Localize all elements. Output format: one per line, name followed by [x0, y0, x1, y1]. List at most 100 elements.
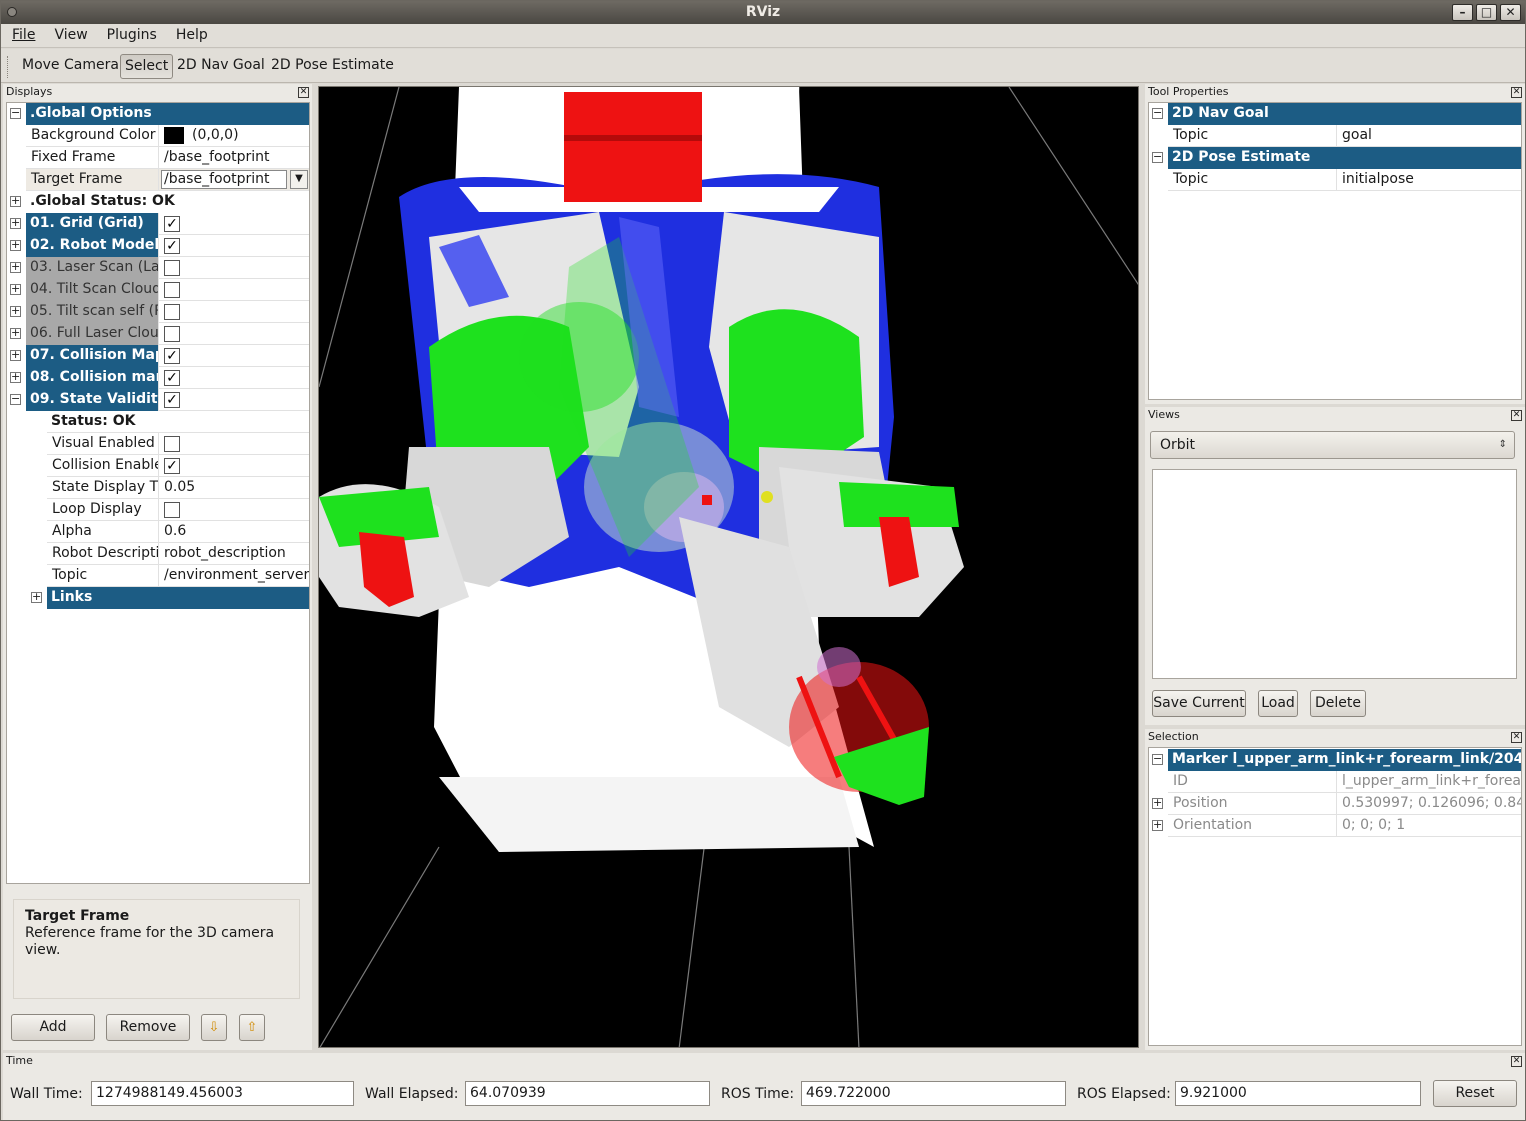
pose-estimate-row[interactable]: − 2D Pose Estimate: [1149, 147, 1521, 169]
property-value[interactable]: robot_description: [158, 543, 309, 565]
expand-icon[interactable]: +: [10, 217, 21, 229]
state-validity-property-row[interactable]: Alpha 0.6: [7, 521, 309, 543]
expand-icon[interactable]: +: [10, 195, 21, 207]
expand-icon[interactable]: +: [1152, 797, 1163, 809]
add-button[interactable]: Add: [11, 1014, 95, 1041]
pose-topic-value[interactable]: initialpose: [1336, 169, 1521, 191]
3d-render-viewport[interactable]: [318, 86, 1139, 1048]
state-validity-property-row[interactable]: Visual Enabled: [7, 433, 309, 455]
property-value[interactable]: ✓: [158, 455, 309, 477]
display-item[interactable]: +03. Laser Scan (Las: [7, 257, 309, 279]
expand-icon[interactable]: +: [10, 327, 21, 339]
property-value[interactable]: [158, 433, 309, 455]
property-value[interactable]: 0.6: [158, 521, 309, 543]
wall-time-field[interactable]: 1274988149.456003: [91, 1081, 354, 1106]
display-item[interactable]: +05. Tilt scan self (Po: [7, 301, 309, 323]
state-validity-property-row[interactable]: Collision Enabled ✓: [7, 455, 309, 477]
collapse-icon[interactable]: −: [1152, 151, 1163, 163]
time-close-icon[interactable]: ✕: [1511, 1056, 1522, 1067]
menu-plugins[interactable]: Plugins: [96, 24, 165, 43]
nav-topic-row[interactable]: Topic goal: [1149, 125, 1521, 147]
checkbox[interactable]: ✓: [164, 238, 180, 254]
global-options-row[interactable]: − .Global Options: [7, 103, 309, 125]
state-validity-property-row[interactable]: Topic/environment_server_r: [7, 565, 309, 587]
target-frame-value[interactable]: /base_footprint: [161, 170, 287, 189]
save-current-button[interactable]: Save Current: [1152, 690, 1246, 717]
nav-goal-row[interactable]: − 2D Nav Goal: [1149, 103, 1521, 125]
expand-icon[interactable]: +: [31, 591, 42, 603]
wall-elapsed-field[interactable]: 64.070939: [465, 1081, 710, 1106]
2d-nav-goal-button[interactable]: 2D Nav Goal: [173, 54, 269, 79]
fixed-frame-value[interactable]: /base_footprint: [158, 147, 309, 169]
chevron-down-icon[interactable]: ▼: [290, 170, 308, 189]
move-up-icon[interactable]: ⇧: [239, 1014, 265, 1041]
view-type-select[interactable]: Orbit ⇕: [1150, 431, 1515, 459]
saved-views-list[interactable]: [1152, 469, 1517, 679]
property-value[interactable]: /environment_server_r: [158, 565, 309, 587]
selection-tree[interactable]: − Marker l_upper_arm_link+r_forearm_link…: [1148, 747, 1522, 1046]
marker-row[interactable]: − Marker l_upper_arm_link+r_forearm_link…: [1149, 749, 1521, 771]
select-button[interactable]: Select: [120, 54, 174, 79]
views-close-icon[interactable]: ✕: [1511, 410, 1522, 421]
fixed-frame-row[interactable]: Fixed Frame /base_footprint: [7, 147, 309, 169]
links-row[interactable]: + Links: [7, 587, 309, 609]
selection-close-icon[interactable]: ✕: [1511, 732, 1522, 743]
target-frame-combo[interactable]: /base_footprint ▼: [158, 169, 309, 191]
menu-view[interactable]: View: [43, 24, 95, 43]
remove-button[interactable]: Remove: [106, 1014, 190, 1041]
delete-button[interactable]: Delete: [1310, 690, 1366, 717]
ros-elapsed-field[interactable]: 9.921000: [1175, 1081, 1421, 1106]
menu-file[interactable]: File: [1, 24, 43, 43]
close-icon[interactable]: ✕: [1500, 4, 1521, 21]
expand-icon[interactable]: +: [10, 305, 21, 317]
expand-icon[interactable]: +: [1152, 819, 1163, 831]
window-menu-icon[interactable]: [7, 7, 17, 17]
collapse-icon[interactable]: −: [1152, 753, 1163, 765]
reset-button[interactable]: Reset: [1433, 1080, 1517, 1107]
move-down-icon[interactable]: ⇩: [201, 1014, 227, 1041]
displays-tree[interactable]: − .Global Options Background Color (0,0,…: [6, 102, 310, 884]
property-value[interactable]: 0.05: [158, 477, 309, 499]
nav-topic-value[interactable]: goal: [1336, 125, 1521, 147]
pose-topic-row[interactable]: Topic initialpose: [1149, 169, 1521, 191]
menu-help[interactable]: Help: [165, 24, 216, 43]
maximize-icon[interactable]: □: [1476, 4, 1497, 21]
collapse-icon[interactable]: −: [10, 107, 21, 119]
id-row[interactable]: ID l_upper_arm_link+r_forearm: [1149, 771, 1521, 793]
display-item[interactable]: +01. Grid (Grid) ✓: [7, 213, 309, 235]
display-item[interactable]: −09. State Validity ✓: [7, 389, 309, 411]
displays-close-icon[interactable]: ✕: [298, 87, 309, 98]
collapse-icon[interactable]: −: [10, 393, 21, 405]
display-item[interactable]: +02. Robot Model ✓: [7, 235, 309, 257]
orientation-row[interactable]: + Orientation 0; 0; 0; 1: [1149, 815, 1521, 837]
load-button[interactable]: Load: [1258, 690, 1298, 717]
checkbox[interactable]: ✓: [164, 458, 180, 474]
checkbox[interactable]: [164, 502, 180, 518]
display-item[interactable]: +07. Collision Map ✓: [7, 345, 309, 367]
position-row[interactable]: + Position 0.530997; 0.126096; 0.8416: [1149, 793, 1521, 815]
expand-icon[interactable]: +: [10, 239, 21, 251]
checkbox[interactable]: [164, 282, 180, 298]
minimize-icon[interactable]: –: [1452, 4, 1473, 21]
property-value[interactable]: [158, 499, 309, 521]
checkbox[interactable]: ✓: [164, 348, 180, 364]
display-item[interactable]: +04. Tilt Scan Cloud (: [7, 279, 309, 301]
checkbox[interactable]: ✓: [164, 216, 180, 232]
expand-icon[interactable]: +: [10, 261, 21, 273]
expand-icon[interactable]: +: [10, 283, 21, 295]
ros-time-field[interactable]: 469.722000: [801, 1081, 1066, 1106]
2d-pose-estimate-button[interactable]: 2D Pose Estimate: [267, 54, 398, 79]
state-validity-property-row[interactable]: State Display Time0.05: [7, 477, 309, 499]
expand-icon[interactable]: +: [10, 371, 21, 383]
tool-properties-close-icon[interactable]: ✕: [1511, 87, 1522, 98]
checkbox[interactable]: [164, 436, 180, 452]
toolbar-grip[interactable]: [7, 56, 10, 78]
state-validity-property-row[interactable]: Loop Display: [7, 499, 309, 521]
global-status-row[interactable]: + .Global Status: OK: [7, 191, 309, 213]
expand-icon[interactable]: +: [10, 349, 21, 361]
tool-properties-tree[interactable]: − 2D Nav Goal Topic goal − 2D Pose Estim…: [1148, 102, 1522, 400]
checkbox[interactable]: [164, 260, 180, 276]
display-item[interactable]: +08. Collision mar ✓: [7, 367, 309, 389]
state-validity-property-row[interactable]: Robot Descriptionrobot_description: [7, 543, 309, 565]
checkbox[interactable]: ✓: [164, 370, 180, 386]
